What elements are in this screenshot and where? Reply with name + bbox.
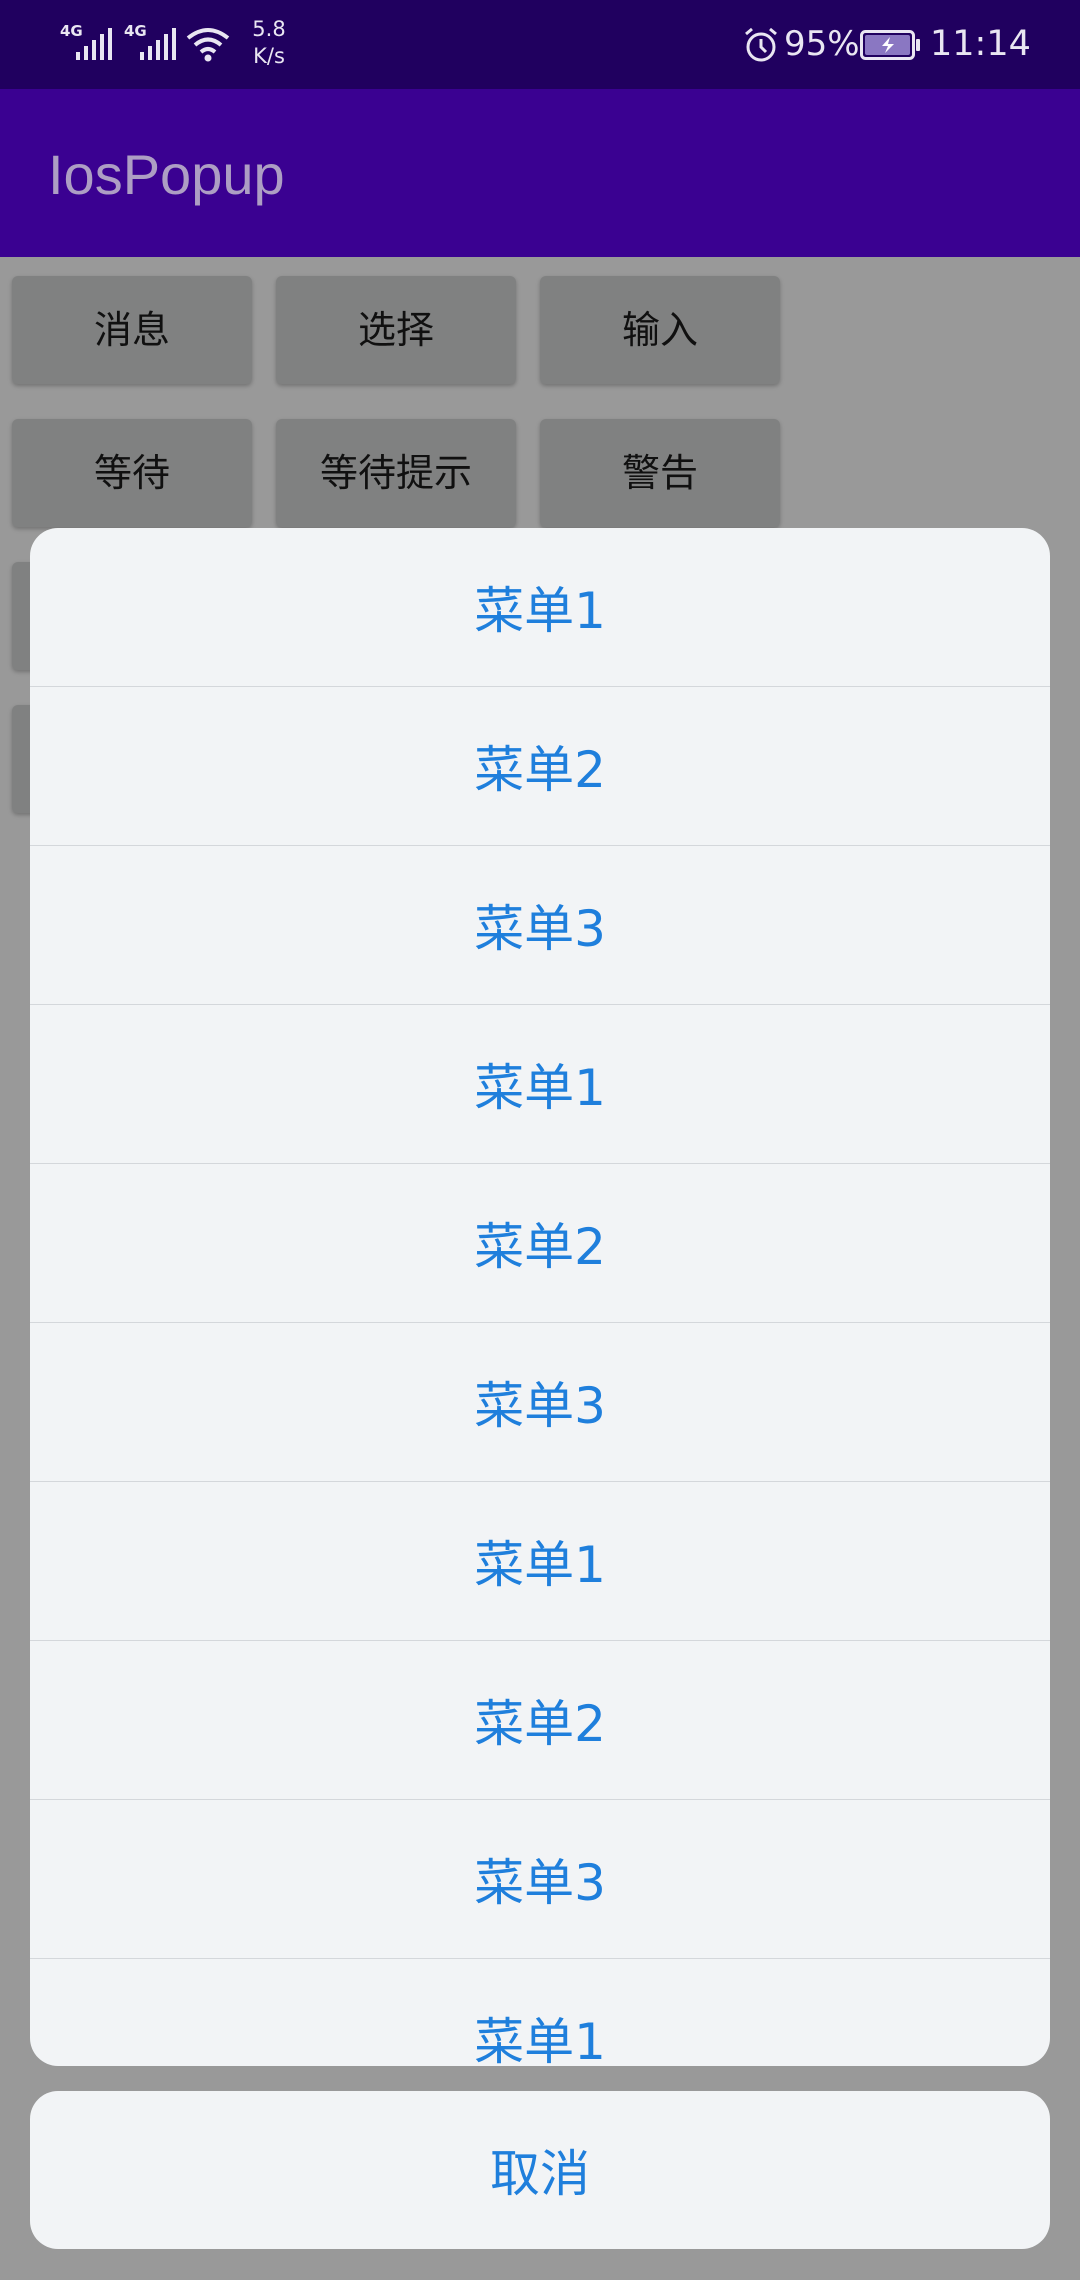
status-bar: 4G 4G 5.8 K/s 95% 11:14 [0, 0, 1080, 89]
menu-item-2[interactable]: 菜单2 [30, 687, 1050, 846]
battery-charging-icon [860, 30, 920, 60]
signal-4g-icon: 4G [124, 20, 180, 62]
clock: 11:14 [930, 24, 1031, 64]
menu-item-10[interactable]: 菜单1 [30, 1959, 1050, 2066]
net-speed-unit: K/s [253, 44, 285, 68]
battery-percent: 95% [784, 24, 860, 64]
cancel-button[interactable]: 取消 [30, 2091, 1050, 2249]
menu-item-3[interactable]: 菜单3 [30, 846, 1050, 1005]
menu-item-1[interactable]: 菜单1 [30, 528, 1050, 687]
network-speed: 5.8 K/s [244, 16, 294, 70]
app-title: IosPopup [48, 143, 285, 206]
app-bar: IosPopup [0, 89, 1080, 257]
signal-4g-icon: 4G [60, 20, 116, 62]
net-speed-value: 5.8 [252, 17, 286, 41]
menu-item-6[interactable]: 菜单3 [30, 1323, 1050, 1482]
menu-item-4[interactable]: 菜单1 [30, 1005, 1050, 1164]
menu-item-9[interactable]: 菜单3 [30, 1800, 1050, 1959]
alarm-icon [745, 27, 777, 62]
action-sheet-menu: 菜单1 菜单2 菜单3 菜单1 菜单2 菜单3 菜单1 菜单2 菜单3 菜单1 [30, 528, 1050, 2066]
menu-item-8[interactable]: 菜单2 [30, 1641, 1050, 1800]
menu-item-7[interactable]: 菜单1 [30, 1482, 1050, 1641]
wifi-icon [186, 28, 230, 62]
screen: 4G 4G 5.8 K/s 95% 11:14 IosPopup 消息 选择 输… [0, 0, 1080, 2280]
menu-item-5[interactable]: 菜单2 [30, 1164, 1050, 1323]
